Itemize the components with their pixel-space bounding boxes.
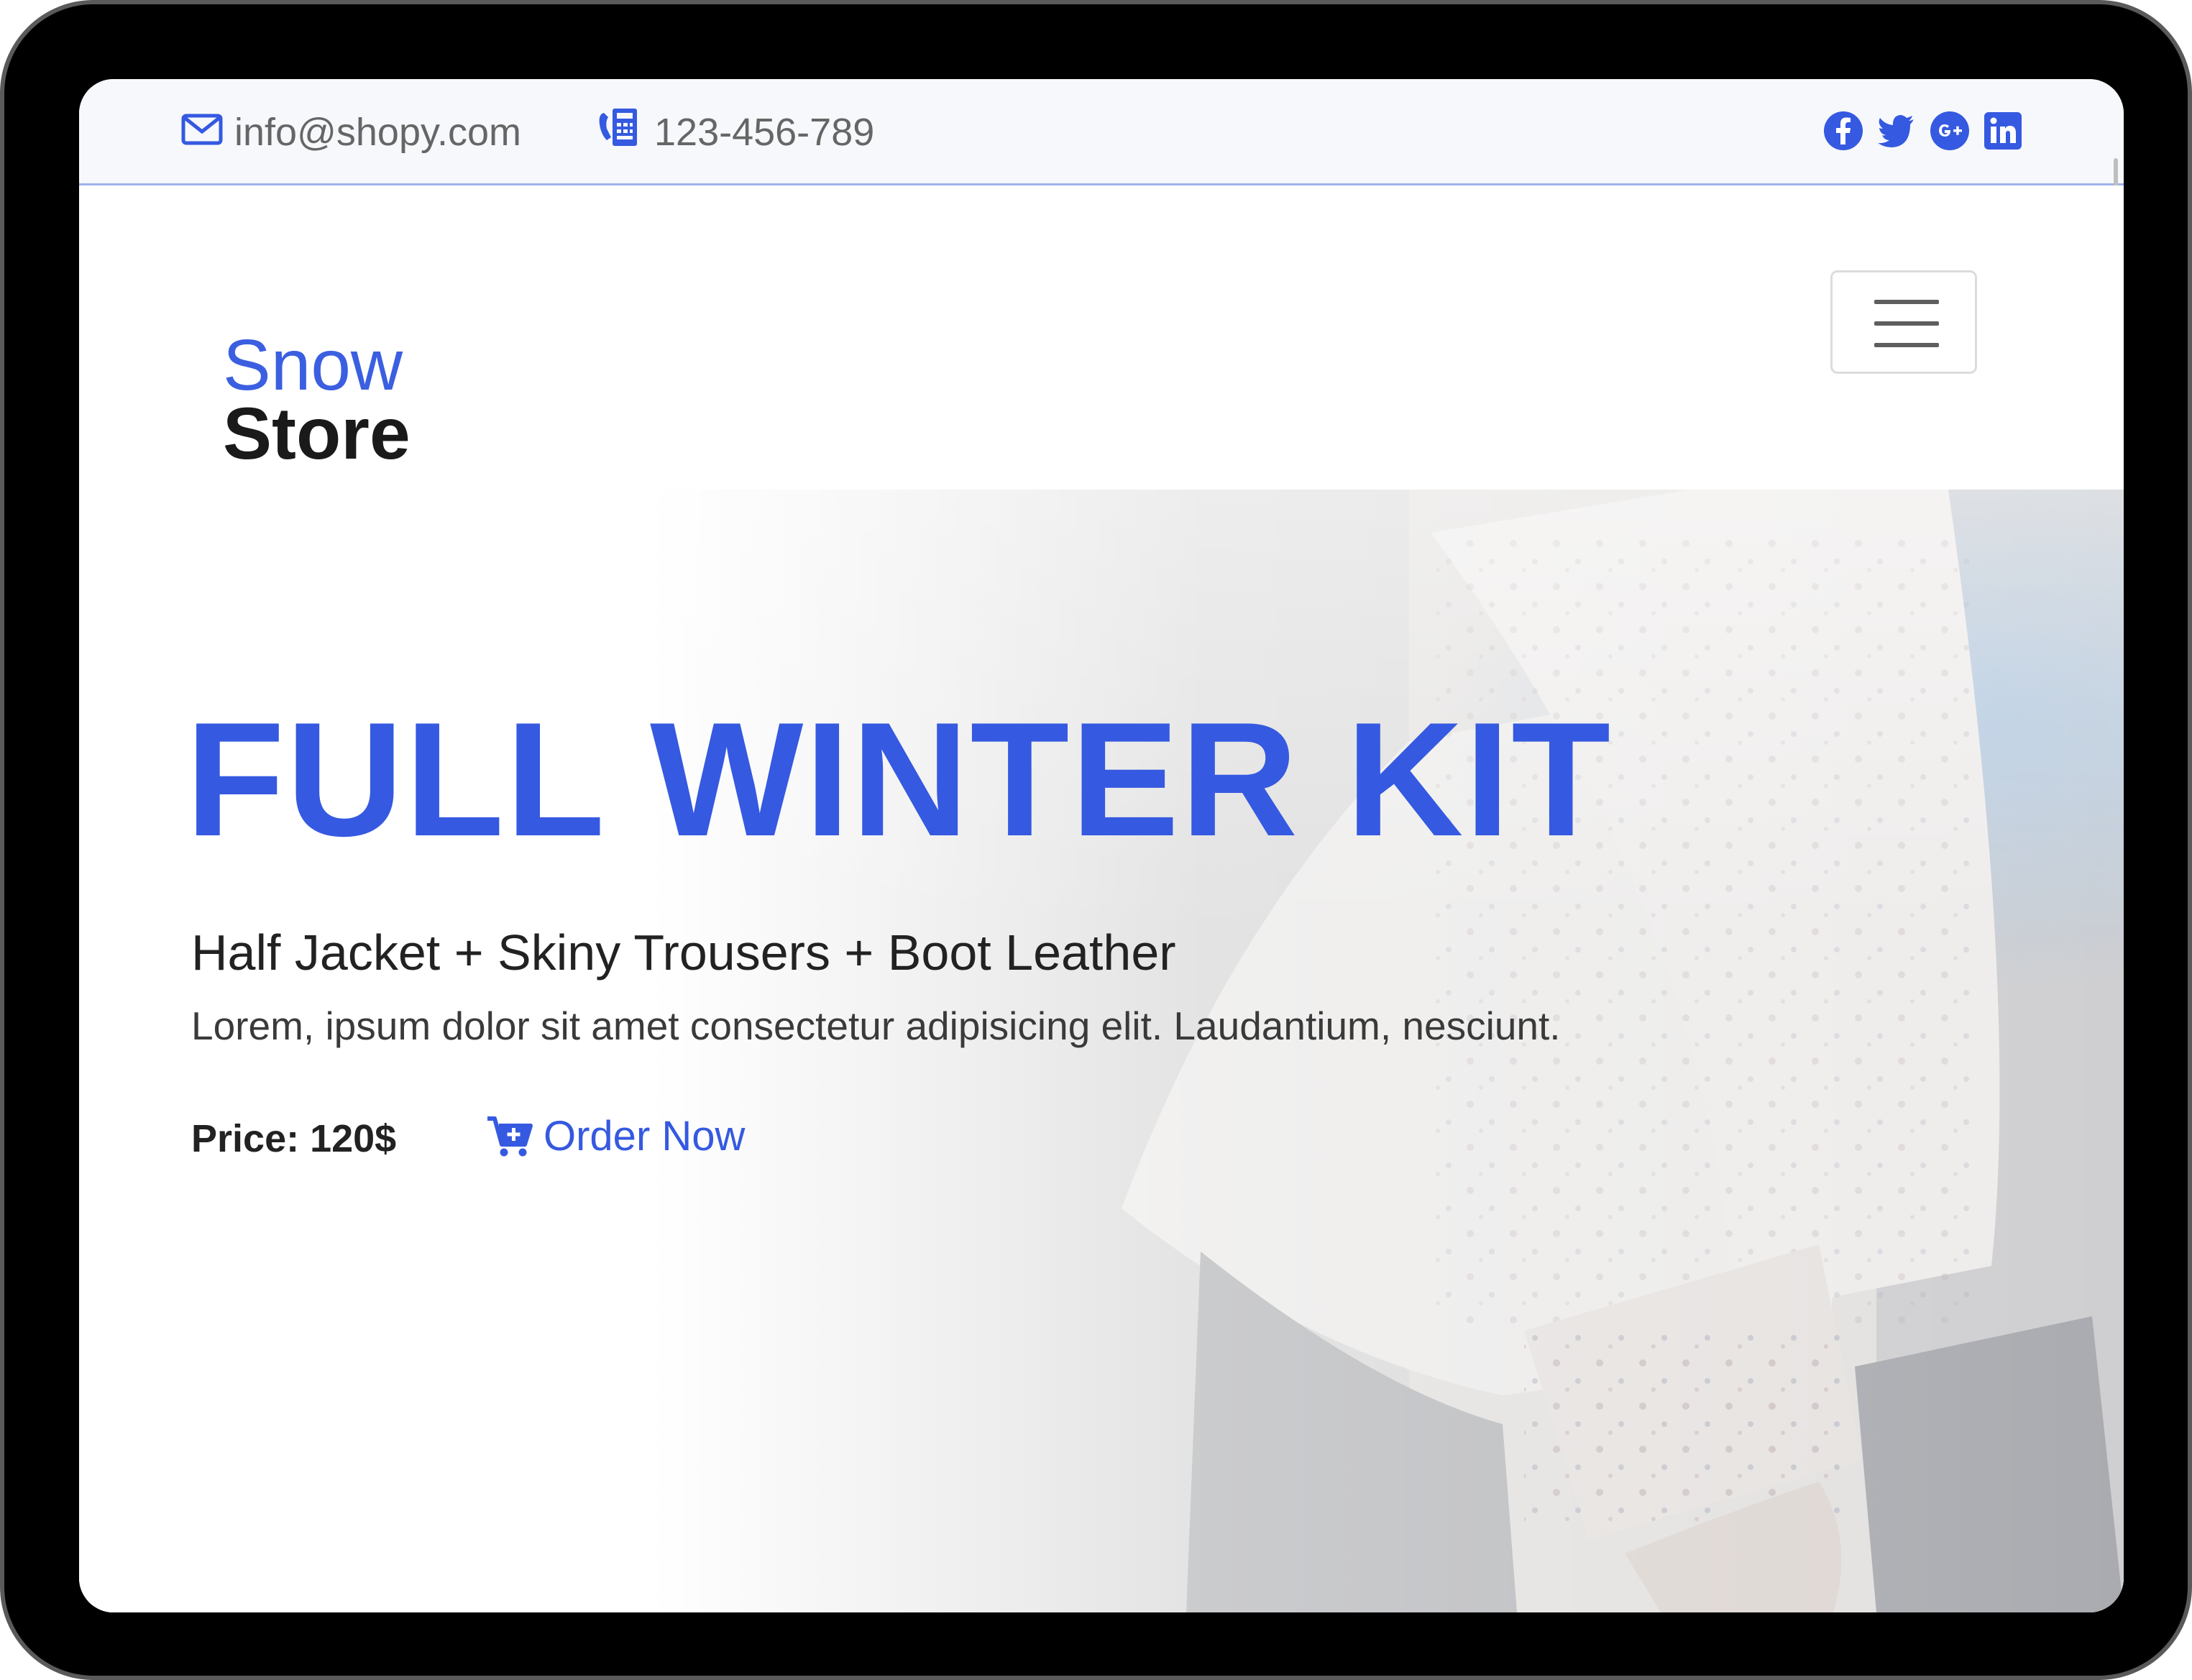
hero-description: Lorem, ipsum dolor sit amet consectetur … <box>191 1004 1561 1048</box>
brand-top-text: Snow <box>223 325 403 405</box>
order-now-button[interactable]: Order Now <box>486 1112 745 1160</box>
hero-section: FULL WINTER KIT Half Jacket + Skiny Trou… <box>79 490 2124 1612</box>
brand-bottom-text: Store <box>223 393 411 474</box>
cart-plus-icon <box>486 1116 533 1157</box>
google-plus-icon[interactable] <box>1930 111 1970 151</box>
twitter-icon[interactable] <box>1876 111 1917 151</box>
order-now-label: Order Now <box>544 1113 746 1160</box>
screen: info@shopy.com 123-456-789 Snow Store FU… <box>79 79 2124 1612</box>
brand-logo[interactable]: Snow Store <box>223 329 411 470</box>
phone-link[interactable]: 123-456-789 <box>597 108 875 154</box>
hamburger-bar <box>1874 321 1939 326</box>
top-contact-bar: info@shopy.com 123-456-789 <box>79 79 2124 185</box>
hero-background-image <box>79 490 2124 1612</box>
price-text: Price: 120$ <box>191 1117 397 1160</box>
hero-title: FULL WINTER KIT <box>185 688 1613 870</box>
hero-subtitle: Half Jacket + Skiny Trousers + Boot Leat… <box>191 924 1176 981</box>
envelope-icon <box>181 110 223 155</box>
email-link[interactable]: info@shopy.com <box>181 111 521 154</box>
phone-text: 123-456-789 <box>654 111 875 154</box>
social-links <box>1823 111 2023 151</box>
facebook-icon[interactable] <box>1823 111 1863 151</box>
fax-phone-icon <box>597 106 643 160</box>
email-text: info@shopy.com <box>234 111 521 154</box>
hamburger-bar <box>1874 343 1939 347</box>
navbar-toggler-button[interactable] <box>1830 270 1977 374</box>
tablet-frame: info@shopy.com 123-456-789 Snow Store FU… <box>0 0 2192 1680</box>
hamburger-icon <box>1874 300 1939 304</box>
linkedin-icon[interactable] <box>1983 111 2023 151</box>
